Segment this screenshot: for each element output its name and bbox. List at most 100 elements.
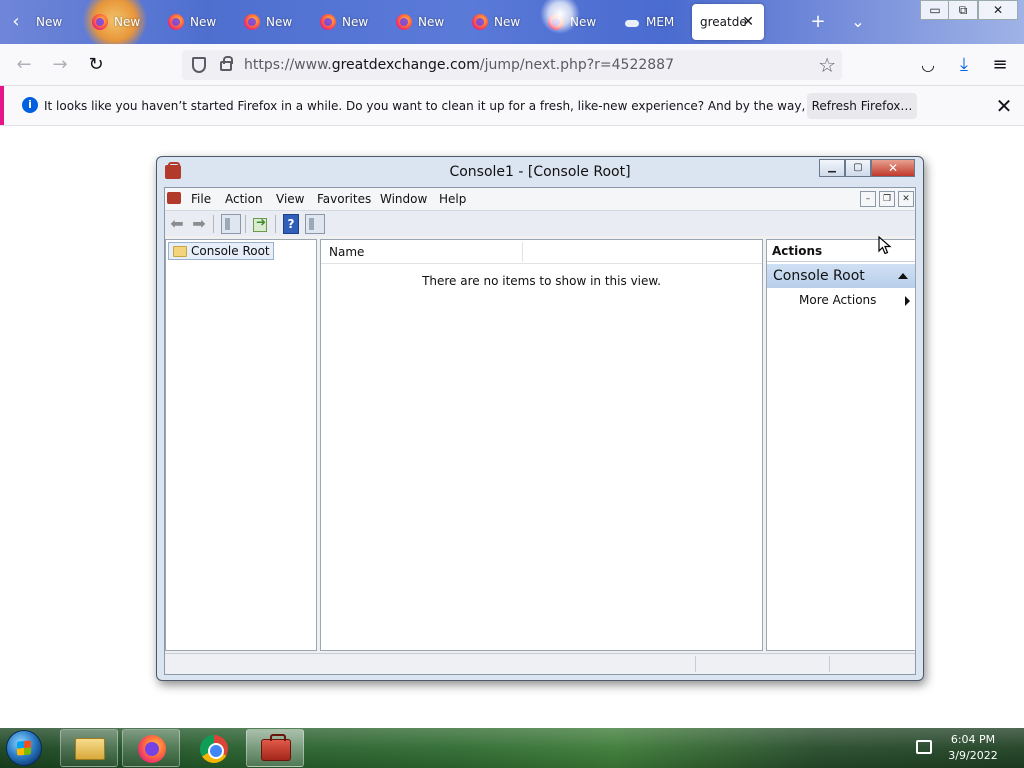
console-title-bar[interactable]: Console1 - [Console Root] ▁ ▢ ✕ (157, 157, 923, 187)
tab-label: New (190, 15, 217, 29)
url-path: /jump/next.php?r=4522887 (479, 57, 674, 73)
new-tab-button[interactable]: + (806, 10, 830, 34)
menu-favorites[interactable]: Favorites (317, 188, 371, 210)
downloads-icon[interactable]: ⤓ (952, 53, 976, 77)
reload-button[interactable]: ↻ (84, 53, 108, 77)
actions-section-console-root[interactable]: Console Root (767, 264, 915, 288)
firefox-icon (92, 14, 108, 30)
tab-label: greatde (700, 15, 747, 29)
url-bar[interactable]: https://www.greatdexchange.com/jump/next… (182, 50, 842, 80)
help-icon[interactable]: ? (283, 214, 299, 234)
url-host: greatdexchange.com (331, 57, 480, 73)
toolbox-icon (261, 734, 291, 761)
network-icon[interactable] (916, 740, 932, 754)
tab-label: New (494, 15, 521, 29)
tree-item-console-root[interactable]: Console Root (168, 242, 274, 260)
export-list-icon[interactable] (251, 214, 271, 234)
toolbar-separator (213, 215, 214, 233)
forward-button[interactable]: → (48, 53, 72, 77)
show-hide-console-tree-icon[interactable] (221, 214, 241, 234)
navigation-toolbar: ← → ↻ https://www.greatdexchange.com/jum… (0, 44, 1024, 86)
collapse-caret-icon[interactable] (898, 273, 908, 279)
tab-label: New (342, 15, 369, 29)
console-maximize-button[interactable]: ▢ (845, 159, 871, 177)
console-toolbar: ⬅ ➡ ? (165, 210, 915, 236)
tree-item-label: Console Root (191, 244, 270, 258)
bookmark-star-icon[interactable]: ☆ (818, 53, 836, 77)
firefox-icon (472, 14, 488, 30)
column-divider[interactable] (522, 242, 523, 262)
app-menu-icon[interactable]: ≡ (988, 53, 1012, 77)
console-status-bar (165, 653, 915, 674)
taskbar-firefox[interactable] (122, 729, 180, 767)
refresh-firefox-button[interactable]: Refresh Firefox… (807, 93, 917, 119)
actions-pane: Actions Console Root More Actions (766, 239, 916, 651)
console-menu-bar: File Action View Favorites Window Help –… (165, 188, 915, 210)
status-divider (695, 656, 696, 672)
tab-label: New (266, 15, 293, 29)
divider (0, 125, 1024, 126)
start-button-icon[interactable] (6, 730, 42, 766)
tab[interactable]: New (548, 8, 608, 36)
tab[interactable]: New (320, 8, 380, 36)
menu-help[interactable]: Help (439, 188, 466, 210)
tab[interactable]: New (244, 8, 304, 36)
notification-close-icon[interactable]: ✕ (992, 94, 1016, 118)
url-prefix: https://www. (244, 57, 332, 73)
lock-icon[interactable] (220, 56, 233, 71)
chrome-icon (200, 735, 228, 763)
firefox-icon (168, 14, 184, 30)
action-more-actions[interactable]: More Actions (799, 292, 876, 308)
taskbar-windows-explorer[interactable] (60, 729, 118, 767)
folder-icon (75, 738, 105, 760)
menu-view[interactable]: View (276, 188, 304, 210)
tab-close-icon[interactable]: ✕ (742, 14, 754, 30)
window-close-button[interactable]: ✕ (978, 0, 1018, 20)
console-close-button[interactable]: ✕ (871, 159, 915, 177)
firefox-icon (320, 14, 336, 30)
taskbar-clock[interactable]: 6:04 PM 3/9/2022 (936, 732, 1010, 764)
clock-date: 3/9/2022 (948, 749, 998, 762)
column-header-name[interactable]: Name (329, 240, 364, 264)
toolbox-icon[interactable] (167, 192, 181, 204)
pocket-icon[interactable]: ◡ (916, 53, 940, 77)
menu-file[interactable]: File (191, 188, 211, 210)
console-window: Console1 - [Console Root] ▁ ▢ ✕ File Act… (156, 156, 924, 681)
window-restore-button[interactable]: ⧉ (948, 0, 978, 20)
tab[interactable]: MEM (624, 8, 684, 36)
tab[interactable]: New (472, 8, 532, 36)
url-text[interactable]: https://www.greatdexchange.com/jump/next… (244, 50, 674, 80)
console-title: Console1 - [Console Root] (449, 164, 631, 180)
menu-window[interactable]: Window (380, 188, 427, 210)
back-arrow-icon[interactable]: ⬅ (167, 214, 187, 234)
tab[interactable]: New (396, 8, 456, 36)
taskbar-chrome[interactable] (184, 729, 242, 767)
notification-bar: i It looks like you haven’t started Fire… (0, 86, 1024, 126)
forward-arrow-icon[interactable]: ➡ (189, 214, 209, 234)
tab[interactable]: New (20, 8, 72, 36)
tab[interactable]: New (92, 8, 152, 36)
status-divider (829, 656, 830, 672)
child-close-button[interactable]: ✕ (898, 191, 914, 207)
tracking-protection-shield-icon[interactable] (192, 57, 206, 73)
window-minimize-button[interactable]: ▭ (920, 0, 950, 20)
tab-active[interactable]: greatde ✕ (692, 4, 764, 40)
firefox-icon (244, 14, 260, 30)
child-restore-button[interactable]: ❐ (879, 191, 895, 207)
show-hide-action-pane-icon[interactable] (305, 214, 325, 234)
tab[interactable]: New (168, 8, 228, 36)
back-button[interactable]: ← (12, 53, 36, 77)
taskbar-mmc[interactable] (246, 729, 304, 767)
tab-label: New (418, 15, 445, 29)
list-all-tabs-button[interactable]: ⌄ (846, 10, 870, 34)
console-minimize-button[interactable]: ▁ (819, 159, 845, 177)
child-minimize-button[interactable]: – (860, 191, 876, 207)
tab-label: MEM (646, 15, 675, 29)
console-tree-pane: Console Root (165, 239, 317, 651)
menu-action[interactable]: Action (225, 188, 263, 210)
actions-section-label: Console Root (773, 268, 865, 284)
tab-strip: ‹ New New New New New New New New MEM gr… (0, 0, 1024, 44)
notification-message: It looks like you haven’t started Firefo… (44, 99, 900, 113)
submenu-caret-icon (905, 296, 910, 306)
windows-taskbar: 6:04 PM 3/9/2022 (0, 728, 1024, 768)
